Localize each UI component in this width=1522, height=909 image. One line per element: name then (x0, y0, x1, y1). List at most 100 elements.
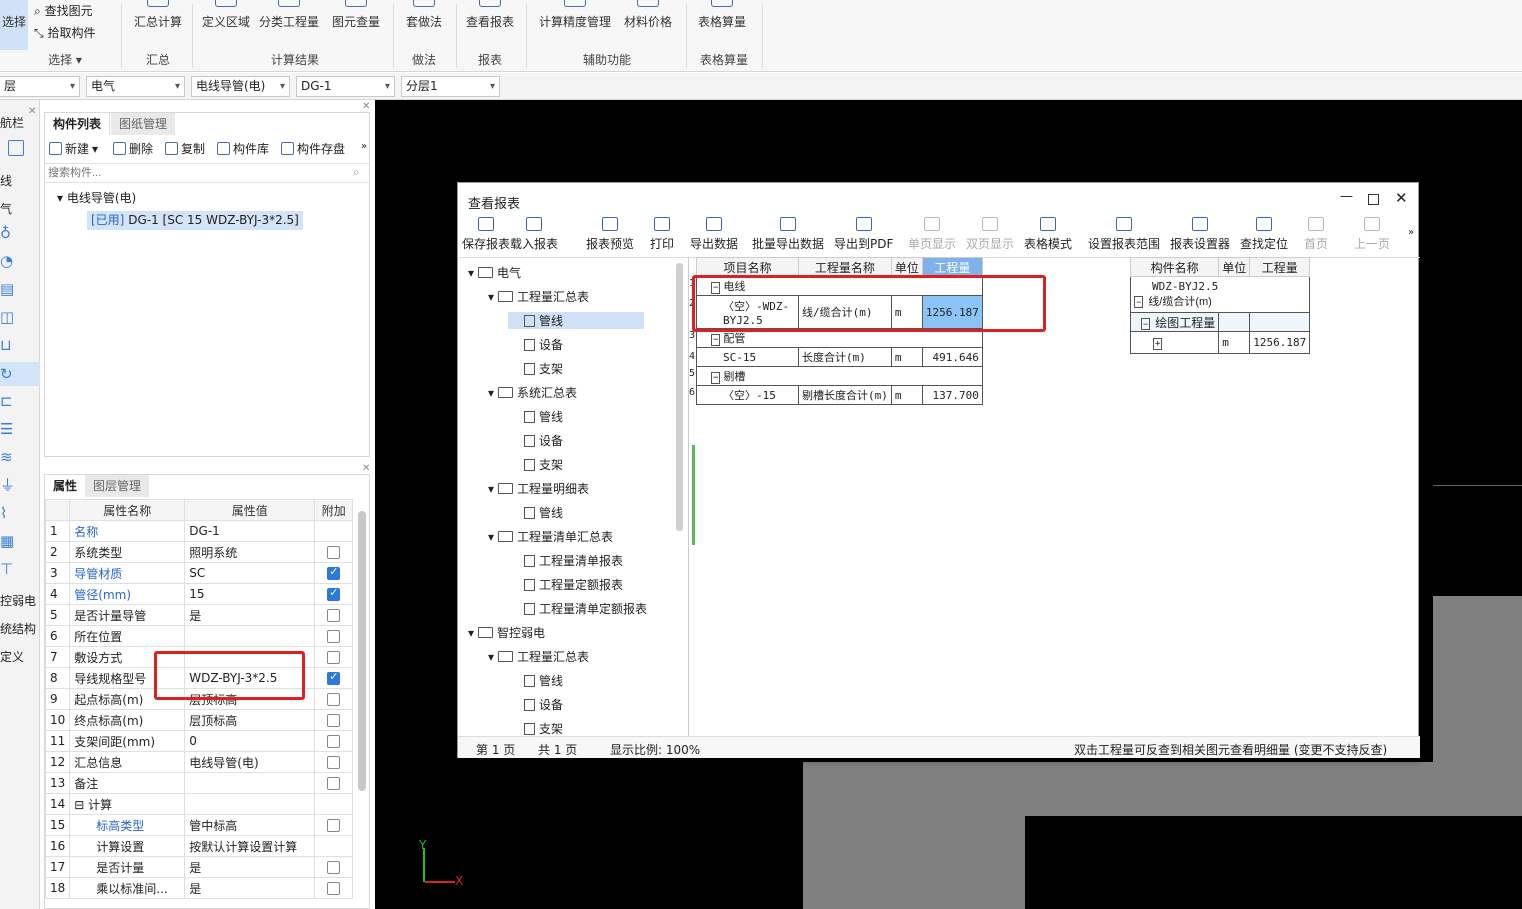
nav-item-define[interactable]: 定义 (0, 648, 24, 665)
table-row[interactable]: 6 〈空〉-15 剔槽长度合计(m) m 137.700 (689, 385, 983, 405)
table-row[interactable]: 5 是否计量导管是 (44, 604, 354, 626)
tree-node[interactable]: 设备 (508, 696, 563, 713)
toolbar-button[interactable]: 导出到PDF (834, 217, 893, 252)
toolbar-button[interactable]: 保存报表 (462, 217, 510, 252)
cable-icon[interactable]: ⊏ (0, 392, 18, 410)
table-row[interactable]: 5− 剔槽 (689, 366, 983, 386)
type-select[interactable]: 电线导管(电) (191, 76, 290, 97)
tree-node[interactable]: ▾ 工程量汇总表 (488, 288, 589, 305)
panel-icon[interactable]: ▤ (0, 280, 18, 298)
checkbox[interactable] (327, 777, 341, 790)
select-button[interactable]: 选择 (0, 0, 28, 50)
wire-icon[interactable]: ≋ (0, 448, 18, 466)
new-button[interactable]: 新建 ▾ (49, 140, 98, 157)
table-row[interactable]: 4 SC-15 长度合计(m) m 491.646 (689, 347, 983, 367)
toolbar-button[interactable]: 表格模式 (1024, 217, 1072, 252)
table-row[interactable]: 12 汇总信息 电线导管(电) (44, 751, 354, 773)
checkbox[interactable] (327, 693, 341, 706)
library-button[interactable]: 构件库 (217, 140, 269, 157)
checkbox[interactable] (327, 756, 341, 769)
copy-button[interactable]: 复制 (165, 140, 205, 157)
tree-group-conduit[interactable]: ▾ 电线导管(电) (57, 189, 136, 206)
tree-node[interactable]: 管线 (508, 312, 644, 329)
checkbox[interactable] (327, 630, 341, 643)
more-icon[interactable]: » (1408, 227, 1414, 238)
tree-node[interactable]: ▾ 工程量汇总表 (488, 648, 589, 665)
material-price-button[interactable]: 材料价格 (620, 0, 676, 50)
toolbar-button[interactable]: 查找定位 (1240, 217, 1288, 252)
tree-node[interactable]: 管线 (508, 504, 563, 521)
classify-quantity-button[interactable]: 分类工程量 (258, 0, 320, 50)
close-icon[interactable]: ✕ (28, 106, 36, 117)
tree-node[interactable]: ▾ 工程量明细表 (488, 480, 589, 497)
tee-icon[interactable]: ⊤ (0, 560, 18, 578)
nav-item-line[interactable]: 线 (0, 172, 12, 189)
nav-item-structure[interactable]: 统结构 (0, 620, 36, 637)
precision-button[interactable]: 计算精度管理 (536, 0, 614, 50)
table-row[interactable]: 13 备注 (44, 772, 354, 794)
table-row[interactable]: 15 标高类型 管中标高 (44, 814, 354, 836)
toolbar-button[interactable]: 打印 (650, 217, 674, 252)
tree-node[interactable]: ▾ 系统汇总表 (488, 384, 577, 401)
checkbox[interactable] (327, 735, 341, 748)
table-row[interactable]: 2 系统类型 照明系统 (44, 541, 354, 563)
name-select[interactable]: DG-1 (296, 76, 395, 97)
checkbox[interactable] (327, 651, 341, 664)
tree-item-dg1[interactable]: [已用] DG-1 [SC 15 WDZ-BYJ-3*2.5] (87, 211, 303, 230)
element-quantity-button[interactable]: 图元查量 (330, 0, 382, 50)
checkbox[interactable] (327, 546, 341, 559)
tree-node[interactable]: 支架 (508, 720, 563, 736)
checkbox[interactable] (327, 586, 341, 601)
save-comp-button[interactable]: 构件存盘 (281, 140, 345, 157)
table-row[interactable]: 3 导管材质 SC (44, 562, 354, 584)
nav-item-weak[interactable]: 控弱电 (0, 592, 36, 609)
tree-node[interactable]: ▾ 电气 (468, 264, 521, 281)
toolbar-button[interactable]: 报表设置器 (1170, 217, 1230, 252)
checkbox[interactable] (327, 565, 341, 580)
toolbar-button[interactable]: 首页 (1304, 217, 1328, 252)
table-row[interactable]: 18 乘以标准间... 是 (44, 877, 354, 899)
search-input[interactable] (45, 163, 369, 183)
close-icon[interactable]: ✕ (362, 463, 370, 474)
conduit-nav-selected[interactable]: ↻ (0, 362, 40, 386)
nav-item-gas[interactable]: 气 (0, 200, 12, 217)
close-icon[interactable]: ✕ (362, 101, 370, 112)
checkbox[interactable] (327, 861, 341, 874)
table-row[interactable]: 14 ⊟ 计算 (44, 793, 354, 815)
tree-node[interactable]: 设备 (508, 336, 563, 353)
toolbar-button[interactable]: 上一页 (1354, 217, 1390, 252)
switch-icon[interactable]: ◔ (0, 252, 18, 270)
tree-node[interactable]: 支架 (508, 360, 563, 377)
ground-icon[interactable]: ⏚ (0, 476, 18, 494)
scrollbar[interactable] (358, 511, 366, 791)
tree-node[interactable]: ▾ 智控弱电 (468, 624, 545, 641)
table-row[interactable]: − 绘图工程量 (1129, 312, 1311, 332)
grid-icon[interactable]: ▦ (0, 532, 18, 550)
table-row[interactable]: 1 名称 DG-1 (44, 520, 354, 542)
toolbar-button[interactable]: 单页显示 (908, 217, 956, 252)
bracket-icon[interactable]: ⊔ (0, 336, 18, 354)
define-region-button[interactable]: 定义区域 (200, 0, 252, 50)
table-row[interactable]: 10 终点标高(m) 层顶标高 (44, 709, 354, 731)
tree-node[interactable]: 工程量定额报表 (508, 576, 623, 593)
toolbar-button[interactable]: 设置报表范围 (1088, 217, 1160, 252)
summary-calc-button[interactable]: 汇总计算 (130, 0, 186, 50)
edit-icon[interactable] (8, 140, 24, 156)
toolbar-button[interactable]: 报表预览 (586, 217, 634, 252)
table-row[interactable]: 11 支架间距(mm) 0 (44, 730, 354, 752)
more-icon[interactable]: » (361, 141, 367, 152)
toolbar-button[interactable]: 双页显示 (966, 217, 1014, 252)
view-report-button[interactable]: 查看报表 (462, 0, 518, 50)
checkbox[interactable] (327, 670, 341, 685)
tree-node[interactable]: 管线 (508, 672, 563, 689)
delete-button[interactable]: 删除 (113, 140, 153, 157)
toolbar-button[interactable]: 导出数据 (690, 217, 738, 252)
table-quantity-button[interactable]: 表格算量 (694, 0, 750, 50)
checkbox[interactable] (327, 819, 341, 832)
maximize-icon[interactable] (1368, 194, 1379, 205)
tab-properties[interactable]: 属性 (45, 475, 87, 497)
tab-component-list[interactable]: 构件列表 (45, 113, 111, 135)
find-element-button[interactable]: ⌕ 查找图元 (34, 2, 93, 19)
layer-select[interactable]: 层 (0, 76, 80, 97)
tree-node[interactable]: 工程量清单报表 (508, 552, 623, 569)
